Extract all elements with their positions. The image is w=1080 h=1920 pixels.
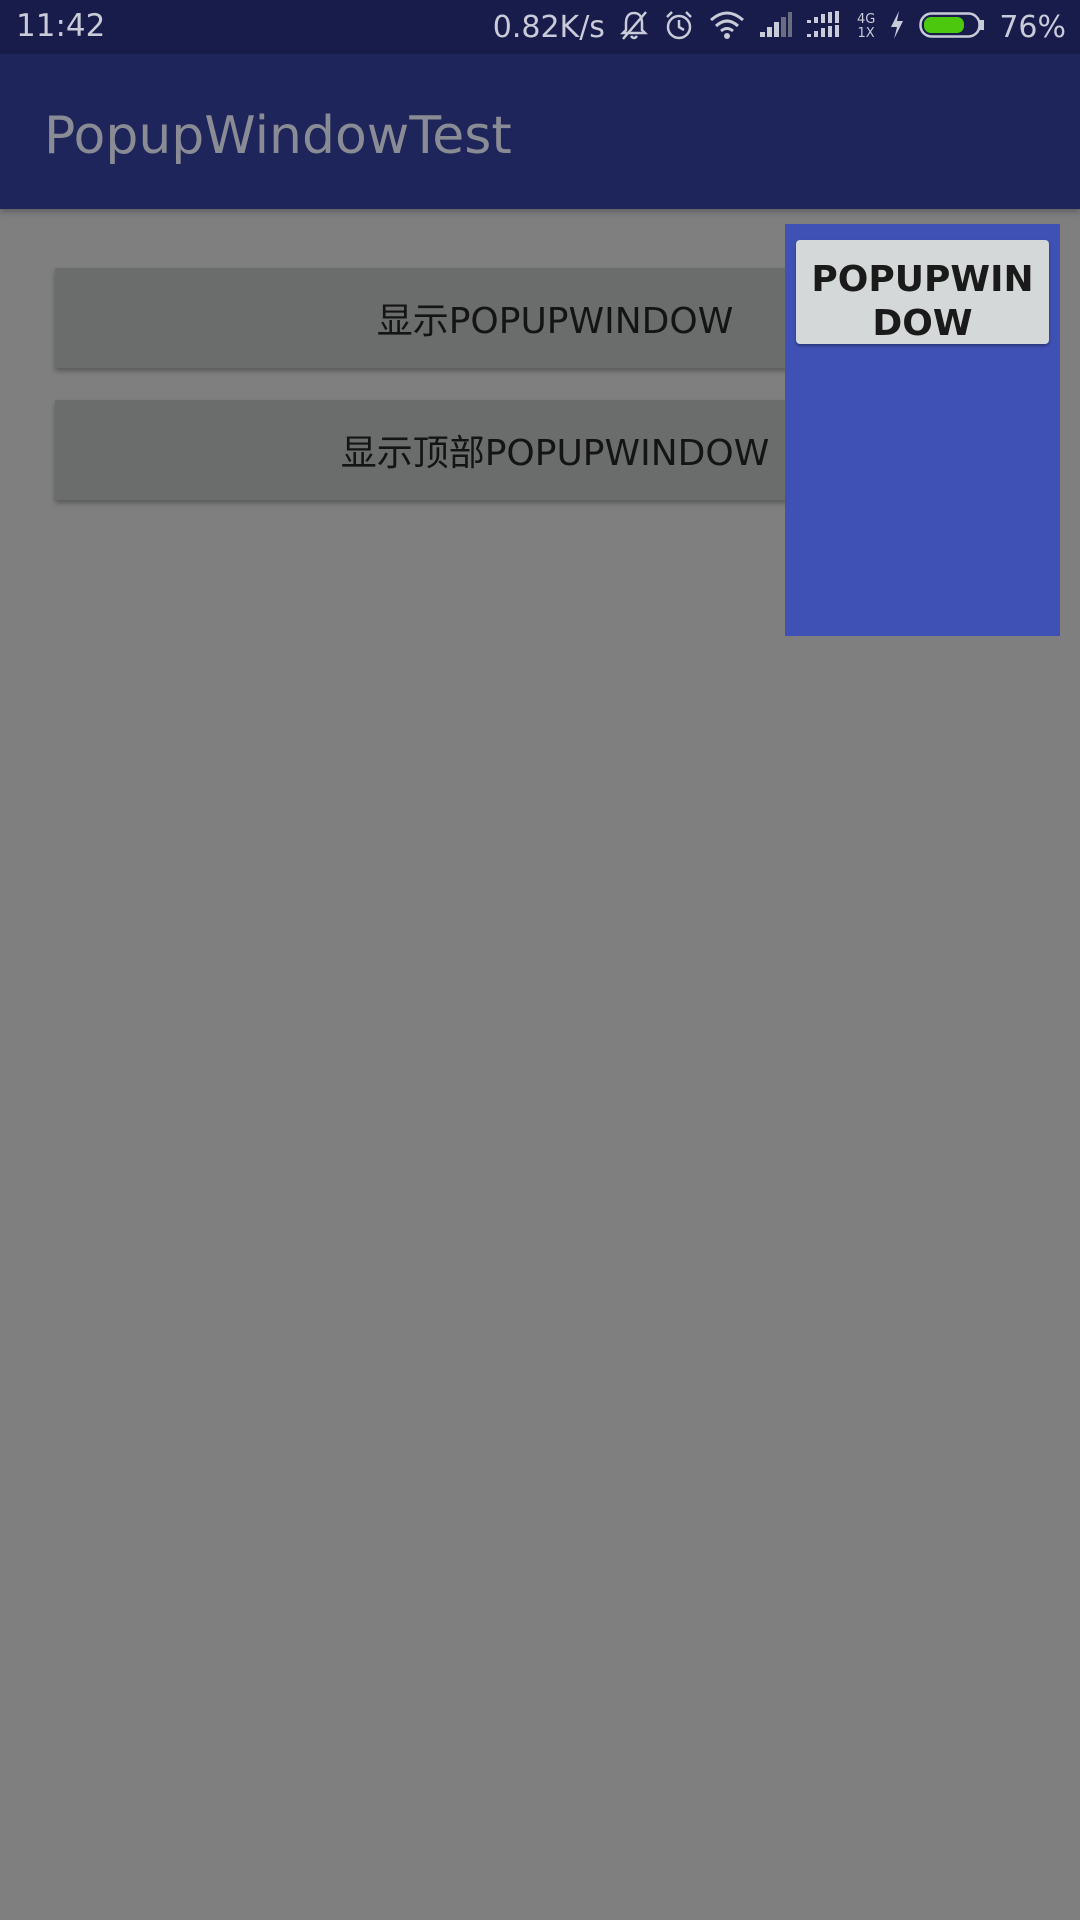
show-top-popupwindow-label: 显示顶部POPUPWINDOW xyxy=(340,433,770,474)
bell-off-icon xyxy=(619,9,649,45)
app-title: PopupWindowTest xyxy=(44,106,512,166)
show-popupwindow-label: 显示POPUPWINDOW xyxy=(376,301,734,342)
net-speed: 0.82K/s xyxy=(492,9,605,45)
battery-icon xyxy=(919,11,985,43)
signal-icon xyxy=(759,12,793,42)
popup-window: POPUPWINDOW xyxy=(785,224,1060,636)
network-type: 4G 1X xyxy=(857,13,875,41)
network-type-bottom: 1X xyxy=(857,26,875,41)
app-bar: PopupWindowTest xyxy=(0,54,1080,209)
network-type-top: 4G xyxy=(856,12,876,27)
status-time: 11:42 xyxy=(16,8,106,44)
status-bar: 11:42 0.82K/s 4G 1X 76% xyxy=(0,0,1080,54)
battery-percent: 76% xyxy=(999,9,1066,45)
alarm-icon xyxy=(663,9,695,45)
signal-dual-icon xyxy=(806,11,843,43)
popup-button[interactable]: POPUPWINDOW xyxy=(796,240,1049,344)
charging-icon xyxy=(889,10,905,44)
status-icons: 0.82K/s 4G 1X 76% xyxy=(493,6,1066,48)
wifi-icon xyxy=(709,10,745,44)
